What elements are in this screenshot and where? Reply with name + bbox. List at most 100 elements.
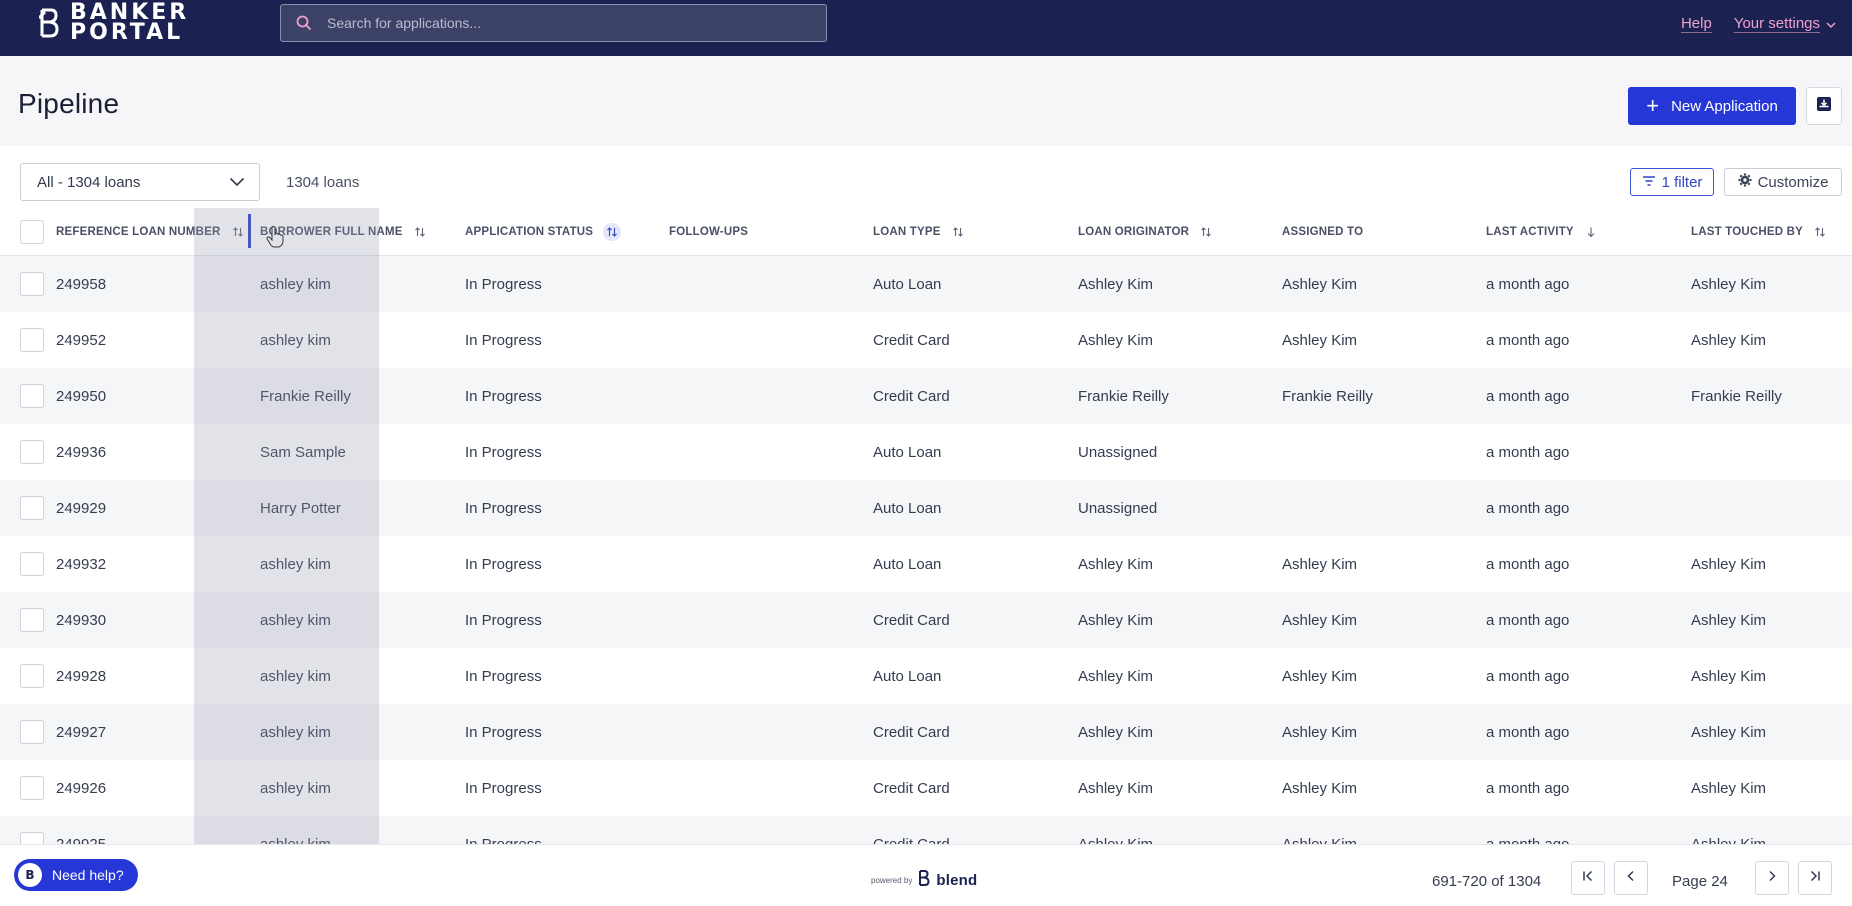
cell-reference-loan-number[interactable]: 249930 [56, 592, 106, 648]
cell-reference-loan-number[interactable]: 249950 [56, 368, 106, 424]
chevron-down-icon [229, 174, 245, 191]
table-row[interactable]: 249926 ashley kim In Progress Credit Card As… [0, 760, 1852, 816]
page-range: 691-720 of 1304 [1432, 873, 1542, 890]
cell-application-status: In Progress [465, 443, 542, 461]
row-checkbox[interactable] [20, 440, 44, 464]
cell-loan-type: Auto Loan [873, 555, 942, 573]
help-link[interactable]: Help [1681, 15, 1712, 32]
cell-application-status: In Progress [465, 835, 542, 845]
row-checkbox[interactable] [20, 552, 44, 576]
column-header-follow-ups[interactable]: FOLLOW-UPS [669, 208, 748, 256]
cell-borrower-full-name: ashley kim [260, 555, 331, 573]
sort-icon[interactable] [603, 223, 622, 241]
loan-filter-select[interactable]: All - 1304 loans [20, 163, 260, 201]
table-row[interactable]: 249958 ashley kim In Progress Auto Loan Ashl… [0, 256, 1852, 312]
column-header-application-status[interactable]: APPLICATION STATUS [465, 208, 622, 256]
arrow-down-icon[interactable] [1584, 225, 1598, 239]
cell-reference-loan-number[interactable]: 249936 [56, 424, 106, 480]
table-row[interactable]: 249930 ashley kim In Progress Credit Card As… [0, 592, 1852, 648]
table-row[interactable]: 249932 ashley kim In Progress Auto Loan Ashl… [0, 536, 1852, 592]
column-resize-handle[interactable] [248, 214, 251, 248]
table-row[interactable]: 249927 ashley kim In Progress Credit Card As… [0, 704, 1852, 760]
table-row[interactable]: 249929 Harry Potter In Progress Auto Loan Un… [0, 480, 1852, 536]
sort-icon[interactable] [413, 225, 427, 239]
page-label: Page 24 [1672, 873, 1728, 890]
loan-count: 1304 loans [286, 174, 360, 191]
cell-last-activity: a month ago [1486, 331, 1570, 349]
search-input[interactable] [327, 15, 807, 31]
your-settings-menu[interactable]: Your settings [1734, 15, 1836, 32]
sort-icon[interactable] [231, 225, 245, 239]
cell-last-activity: a month ago [1486, 667, 1570, 685]
cell-assigned-to: Ashley Kim [1282, 275, 1358, 293]
row-checkbox[interactable] [20, 720, 44, 744]
column-label: APPLICATION STATUS [465, 226, 594, 238]
cell-reference-loan-number[interactable]: 249928 [56, 648, 106, 704]
cell-reference-loan-number[interactable]: 249932 [56, 536, 106, 592]
cell-loan-originator: Ashley Kim [1078, 331, 1154, 349]
column-header-loan-type[interactable]: LOAN TYPE [873, 208, 965, 256]
column-header-loan-originator[interactable]: LOAN ORIGINATOR [1078, 208, 1213, 256]
banker-portal-logo[interactable]: BANKER PORTAL [38, 0, 189, 46]
cell-loan-originator: Unassigned [1078, 443, 1158, 461]
row-checkbox[interactable] [20, 384, 44, 408]
column-header-reference-loan-number[interactable]: REFERENCE LOAN NUMBER [56, 208, 245, 256]
select-all-checkbox[interactable] [20, 220, 44, 244]
cell-last-activity: a month ago [1486, 611, 1570, 629]
new-application-label: New Application [1671, 97, 1778, 115]
pipeline-table: REFERENCE LOAN NUMBER BORROWER FULL NAME… [0, 208, 1852, 844]
table-row[interactable]: 249925 ashley kim In Progress Credit Card As… [0, 816, 1852, 844]
sort-icon[interactable] [1199, 225, 1213, 239]
cell-reference-loan-number[interactable]: 249926 [56, 760, 106, 816]
cell-loan-type: Auto Loan [873, 667, 942, 685]
row-checkbox[interactable] [20, 608, 44, 632]
table-row[interactable]: 249952 ashley kim In Progress Credit Card As… [0, 312, 1852, 368]
cell-borrower-full-name: ashley kim [260, 723, 331, 741]
column-label: FOLLOW-UPS [669, 226, 749, 238]
row-checkbox[interactable] [20, 328, 44, 352]
cell-reference-loan-number[interactable]: 249925 [56, 816, 106, 845]
column-header-last-activity[interactable]: LAST ACTIVITY [1486, 208, 1598, 256]
customize-button[interactable]: Customize [1724, 168, 1842, 196]
row-checkbox[interactable] [20, 776, 44, 800]
column-header-last-touched-by[interactable]: LAST TOUCHED BY [1691, 208, 1827, 256]
cell-loan-originator: Ashley Kim [1078, 779, 1154, 797]
row-checkbox[interactable] [20, 272, 44, 296]
cell-loan-originator: Ashley Kim [1078, 611, 1154, 629]
sort-icon[interactable] [951, 225, 965, 239]
cell-borrower-full-name: ashley kim [260, 275, 331, 293]
next-page-button[interactable] [1755, 861, 1789, 895]
table-controls: All - 1304 loans 1304 loans 1 filter Cus… [0, 146, 1852, 208]
cell-reference-loan-number[interactable]: 249958 [56, 256, 106, 312]
row-checkbox[interactable] [20, 832, 44, 844]
need-help-label: Need help? [52, 867, 124, 883]
cell-loan-originator: Ashley Kim [1078, 275, 1154, 293]
column-label: LOAN TYPE [873, 226, 941, 238]
cell-application-status: In Progress [465, 387, 542, 405]
sort-icon[interactable] [1813, 225, 1827, 239]
cell-reference-loan-number[interactable]: 249952 [56, 312, 106, 368]
row-checkbox[interactable] [20, 496, 44, 520]
cell-assigned-to: Ashley Kim [1282, 611, 1358, 629]
new-application-button[interactable]: + New Application [1628, 87, 1796, 125]
export-button[interactable] [1806, 87, 1842, 125]
footer: B Need help? powered by blend 691-720 of… [0, 844, 1852, 906]
previous-page-button[interactable] [1614, 861, 1648, 895]
table-row[interactable]: 249936 Sam Sample In Progress Auto Loan Unas… [0, 424, 1852, 480]
row-checkbox[interactable] [20, 664, 44, 688]
cell-borrower-full-name: ashley kim [260, 331, 331, 349]
column-header-borrower-full-name[interactable]: BORROWER FULL NAME [260, 208, 427, 256]
table-row[interactable]: 249928 ashley kim In Progress Auto Loan Ashl… [0, 648, 1852, 704]
cell-assigned-to: Ashley Kim [1282, 331, 1358, 349]
cell-reference-loan-number[interactable]: 249929 [56, 480, 106, 536]
column-header-assigned-to[interactable]: ASSIGNED TO [1282, 208, 1363, 256]
last-page-button[interactable] [1798, 861, 1832, 895]
need-help-button[interactable]: B Need help? [14, 859, 138, 891]
cell-loan-type: Credit Card [873, 779, 950, 797]
cell-reference-loan-number[interactable]: 249927 [56, 704, 106, 760]
cell-assigned-to: Ashley Kim [1282, 779, 1358, 797]
filter-button[interactable]: 1 filter [1630, 168, 1714, 196]
first-page-button[interactable] [1571, 861, 1605, 895]
last-page-icon [1809, 869, 1821, 887]
table-row[interactable]: 249950 Frankie Reilly In Progress Credit Ca… [0, 368, 1852, 424]
